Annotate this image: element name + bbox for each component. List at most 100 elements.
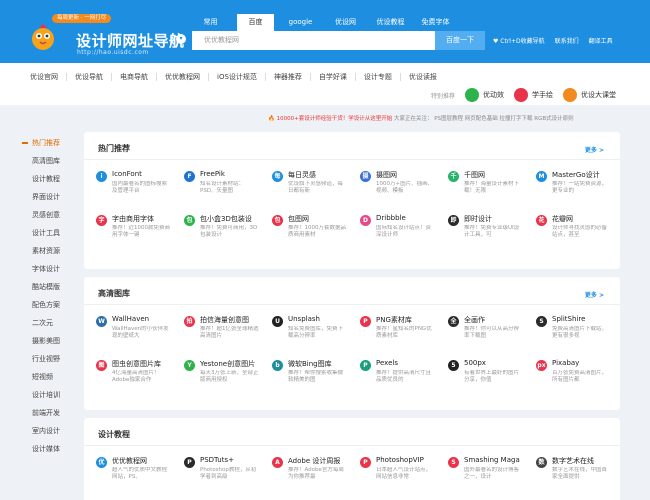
sidebar-item[interactable]: 设计教程 <box>22 170 74 188</box>
sidebar-item[interactable]: 室内设计 <box>22 422 74 440</box>
notice-bar: 🔥 10000+套设计师经验干货！学设计从这里开始 大家正在关注： PS图层教程… <box>268 114 574 122</box>
sidebar-item[interactable]: 设计媒体 <box>22 440 74 458</box>
site-logo-icon: 优 <box>96 457 107 468</box>
nav-item[interactable]: 设计专题 <box>356 73 401 81</box>
site-name: 摄图网 <box>376 171 397 179</box>
site-logo[interactable]: 每周更新 · 一网打尽 设计师网址导航 http://hao.uisdc.com… <box>28 6 188 58</box>
sidebar-item[interactable]: 界面设计 <box>22 188 74 206</box>
nav-item[interactable]: 电商导航 <box>112 73 157 81</box>
special-label: 特别推荐 <box>431 92 456 100</box>
nav-item[interactable]: 神器推荐 <box>266 73 311 81</box>
nav-item[interactable]: 自学好课 <box>311 73 356 81</box>
site-card[interactable]: 拍拍信海量创意图 推荐！超1亿张全球精选高清图片 <box>182 313 270 339</box>
site-card[interactable]: A Adobe 设计周报 推荐！Adobe官方每周为你推荐最 <box>270 454 358 480</box>
tab-tutorials[interactable]: 优设教程 <box>372 14 409 31</box>
nav-item[interactable]: 优设导航 <box>67 73 112 81</box>
sidebar-item[interactable]: 高清图库 <box>22 152 74 170</box>
site-card[interactable]: 千千图网 推荐！海量设计素材下载！无限 <box>446 168 534 194</box>
site-card[interactable]: P PSDTuts+ Photoshop教程，从初学者到高级 <box>182 454 270 480</box>
sidebar-item[interactable]: 素材资源 <box>22 242 74 260</box>
sidebar-item[interactable]: 设计工具 <box>22 224 74 242</box>
search-button[interactable]: 百度一下 <box>435 31 485 50</box>
sidebar-item[interactable]: 二次元 <box>22 314 74 332</box>
site-desc: 知名免费图库，免费下载高分辨率 <box>288 326 344 339</box>
site-card[interactable]: 全全画作 推荐！你可以从高分辨率下载图 <box>446 313 534 339</box>
site-desc: 日本超人气设计站点，网站信息非常 <box>376 467 432 480</box>
sidebar-item[interactable]: 灵感创意 <box>22 206 74 224</box>
tab-baidu[interactable]: 百度 <box>237 14 274 31</box>
nav-item[interactable]: 优设官网 <box>22 73 67 81</box>
site-card[interactable]: D Dribbble 国际知名设计站点！资深设计师 <box>358 212 446 238</box>
special-recommend: 特别推荐 优动效 学手绘 优设大课堂 <box>431 88 626 102</box>
nav-item[interactable]: 优设读报 <box>401 73 445 81</box>
nav-item[interactable]: 优优教程网 <box>157 73 209 81</box>
translate-link[interactable]: 翻译工具 <box>589 36 613 45</box>
tab-uisdc[interactable]: 优设网 <box>327 14 364 31</box>
site-card[interactable]: b 微软Bing图库 推荐！帮你搜索收集微软精美的图 <box>270 357 358 383</box>
site-card[interactable]: U Unsplash 知名免费图库，免费下载高分辨率 <box>270 313 358 339</box>
sidebar-item[interactable]: 短视频 <box>22 368 74 386</box>
sidebar-item[interactable]: 前端开发 <box>22 404 74 422</box>
site-card[interactable]: P PhotoshopVIP 日本超人气设计站点，网站信息非常 <box>358 454 446 480</box>
special-item[interactable]: 优设大课堂 <box>563 88 616 102</box>
site-name: 拍信海量创意图 <box>200 316 249 324</box>
site-card[interactable]: S SplitShire 免费高清图片下载站，更有很多视 <box>534 313 622 339</box>
search-engine-tabs: 常用 百度 google 优设网 优设教程 免费字体 <box>192 14 462 31</box>
site-card[interactable]: P Pexels 推荐！提供高清尺寸且品质优良的 <box>358 357 446 383</box>
site-card[interactable]: F FreePik 知名设计素材站：PSD、矢量图 <box>182 168 270 194</box>
special-item[interactable]: 学手绘 <box>514 88 553 102</box>
site-card[interactable]: W WallHaven WallHaven的小伙伴发现的壁纸大 <box>94 313 182 339</box>
contact-link[interactable]: 联系我们 <box>555 36 579 45</box>
site-card[interactable]: 包包小盒3D包装设 推荐！免费可商用，3D包装设计 <box>182 212 270 238</box>
more-link[interactable]: 更多 > <box>585 290 604 299</box>
tab-common[interactable]: 常用 <box>192 14 229 31</box>
site-name: 全画作 <box>464 316 485 324</box>
mascot-icon <box>32 24 54 50</box>
site-card[interactable]: 摄摄图网 1000万+图片、插画、视频、模板 <box>358 168 446 194</box>
site-desc: WallHaven的小伙伴发现的壁纸大 <box>112 326 169 339</box>
site-logo-icon: U <box>272 316 283 327</box>
site-card[interactable]: 图图虫创意图片库 4亿海量高清图片！Adobe独家合作 <box>94 357 182 383</box>
site-grid: i IconFont 国内最著名的图标搜索及管理平台 F FreePik 知名设计素材站：… <box>94 168 614 238</box>
site-card[interactable]: S Smashing Maga 国外最著名的设计博客之一，设计 <box>446 454 534 480</box>
site-card[interactable]: 花花瓣网 设计师寻找灵感的必备站点，甚至 <box>534 212 622 238</box>
site-logo-icon: 包 <box>184 215 195 226</box>
sidebar-item[interactable]: 配色方案 <box>22 296 74 314</box>
sidebar-item[interactable]: 设计培训 <box>22 386 74 404</box>
site-card[interactable]: 每每日灵感 优设旗下灵感频道，每日都有新 <box>270 168 358 194</box>
site-card[interactable]: 数数字艺术在线 数字艺术在线，中国首家全面提供 <box>534 454 622 480</box>
site-card[interactable]: 字字由商用字体 推荐！近1000款免费商用字体一键 <box>94 212 182 238</box>
trending-links[interactable]: 大家正在关注： PS图层教程 网页配色基础 拉撞打字下载 RGB式设计原则 <box>392 116 574 122</box>
sidebar-item[interactable]: 行业视野 <box>22 350 74 368</box>
site-card[interactable]: 5 500px 有着世界上最好的图片分享，你值 <box>446 357 534 383</box>
site-name: 500px <box>464 359 486 367</box>
bookmark-link[interactable]: ♥ Ctrl+D收藏导航 <box>493 36 545 45</box>
sidebar-item-hot[interactable]: 热门推荐 <box>22 134 74 152</box>
site-card[interactable]: 优优优教程网 超人气的优质中文教程网站，PS、 <box>94 454 182 480</box>
site-logo-icon: b <box>272 360 283 371</box>
special-item[interactable]: 优动效 <box>465 88 504 102</box>
site-card[interactable]: 包包图网 推荐！1000万套数据品质商用素材 <box>270 212 358 238</box>
search-input[interactable]: 优优教程网 <box>192 31 435 50</box>
site-name: 包图网 <box>288 215 309 223</box>
site-card[interactable]: P PNG素材库 推荐！星知名的PNG优质素材库 <box>358 313 446 339</box>
site-logo-icon: P <box>184 457 195 468</box>
site-card[interactable]: 即即时设计 推荐！免费专业级UI设计工具，可 <box>446 212 534 238</box>
sidebar-item[interactable]: 字体设计 <box>22 260 74 278</box>
tab-google[interactable]: google <box>282 14 319 31</box>
chevron-down-icon[interactable]: ▾ <box>176 34 186 44</box>
classroom-icon <box>563 88 578 102</box>
site-card[interactable]: i IconFont 国内最著名的图标搜索及管理平台 <box>94 168 182 194</box>
sidebar-item[interactable]: 酷站模版 <box>22 278 74 296</box>
divider <box>84 445 620 446</box>
site-logo-icon: M <box>536 171 547 182</box>
site-card[interactable]: px Pixabay 百万张免费高清图片，所有图片都 <box>534 357 622 383</box>
more-link[interactable]: 更多 > <box>585 145 604 154</box>
tab-free-fonts[interactable]: 免费字体 <box>417 14 454 31</box>
site-card[interactable]: Y Yestone创意图片 每天3万张上新，全部正版商用授权 <box>182 357 270 383</box>
nav-item[interactable]: iOS设计规范 <box>209 73 266 81</box>
sidebar-item[interactable]: 摄影美图 <box>22 332 74 350</box>
site-desc: 每天3万张上新，全部正版商用授权 <box>200 370 259 383</box>
site-card[interactable]: M MasterGo设计 推荐！一站免费资源，更专业的 <box>534 168 622 194</box>
hot-notice-link[interactable]: 🔥 10000+套设计师经验干货！学设计从这里开始 <box>268 116 392 122</box>
